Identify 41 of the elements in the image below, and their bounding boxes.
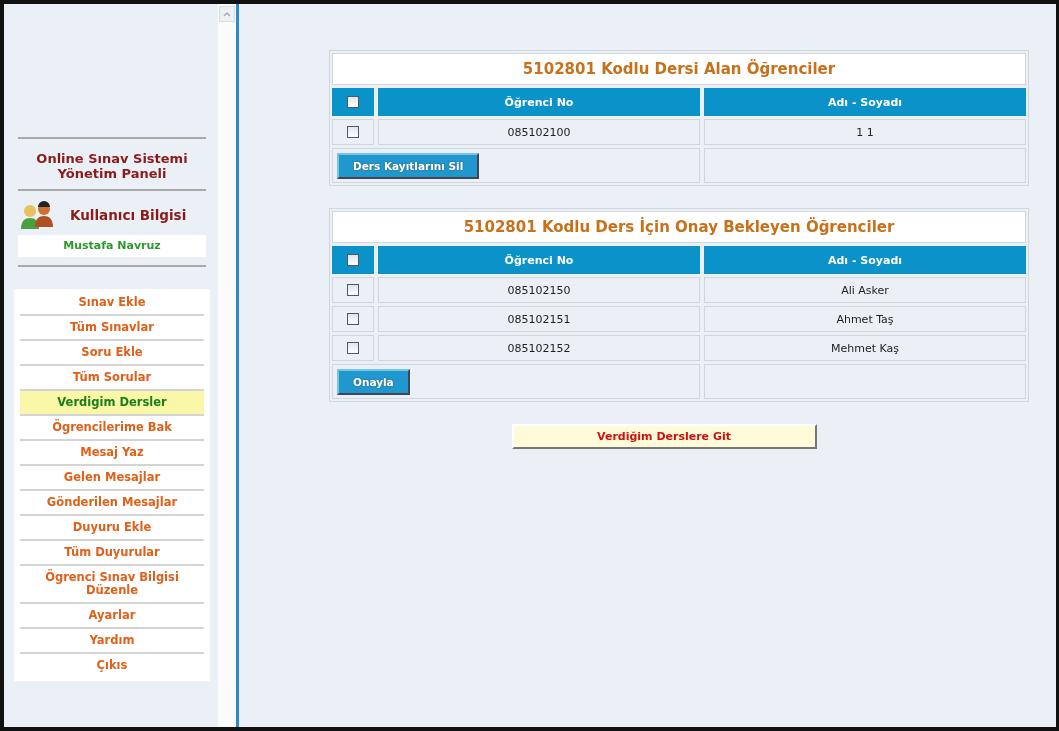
menu-item[interactable]: Ögrencilerime Bak — [20, 416, 204, 441]
menu-item[interactable]: Çıkıs — [20, 654, 204, 677]
checkbox[interactable] — [347, 313, 359, 325]
column-header: Adı - Soyadı — [704, 246, 1026, 274]
checkbox[interactable] — [347, 284, 359, 296]
checkbox[interactable] — [347, 342, 359, 354]
go-to-courses-button[interactable]: Verdiğim Derslere Git — [511, 424, 817, 449]
table-cell: Ali Asker — [704, 277, 1026, 303]
users-icon — [20, 201, 56, 229]
menu-item[interactable]: Yardım — [20, 629, 204, 654]
table-title: 5102801 Kodlu Dersi Alan Öğrenciler — [332, 53, 1026, 85]
menu-item[interactable]: Tüm Sınavlar — [20, 316, 204, 341]
column-header: Öğrenci No — [378, 246, 700, 274]
table-cell: 085102151 — [378, 306, 700, 332]
action-button[interactable]: Onayla — [337, 369, 410, 395]
menu-item[interactable]: Mesaj Yaz — [20, 441, 204, 466]
menu-item[interactable]: Verdigim Dersler — [20, 391, 204, 416]
user-name: Mustafa Navruz — [18, 235, 206, 257]
table-cell: 1 1 — [704, 119, 1026, 145]
user-info-heading: Kullanıcı Bilgisi — [70, 207, 187, 223]
table-cell: Mehmet Kaş — [704, 335, 1026, 361]
menu-item[interactable]: Sınav Ekle — [20, 291, 204, 316]
column-header: Öğrenci No — [378, 88, 700, 116]
checkbox[interactable] — [347, 126, 359, 138]
panel-title: Online Sınav Sistemi Yönetim Paneli — [35, 150, 189, 183]
table-cell: Ahmet Taş — [704, 306, 1026, 332]
table-cell: 085102150 — [378, 277, 700, 303]
column-header: Adı - Soyadı — [704, 88, 1026, 116]
table-cell: 085102152 — [378, 335, 700, 361]
menu-item[interactable]: Gelen Mesajlar — [20, 466, 204, 491]
action-button[interactable]: Ders Kayıtlarını Sil — [337, 153, 480, 179]
menu-item[interactable]: Soru Ekle — [20, 341, 204, 366]
menu-item[interactable]: Ayarlar — [20, 604, 204, 629]
table-title: 5102801 Kodlu Ders İçin Onay Bekleyen Öğrenciler — [332, 211, 1026, 243]
menu-item[interactable]: Tüm Duyurular — [20, 541, 204, 566]
table-cell: 085102100 — [378, 119, 700, 145]
menu-item[interactable]: Gönderilen Mesajlar — [20, 491, 204, 516]
checkbox[interactable] — [347, 96, 359, 108]
menu-item[interactable]: Duyuru Ekle — [20, 516, 204, 541]
checkbox[interactable] — [347, 254, 359, 266]
menu-item[interactable]: Ögrenci Sınav Bilgisi Düzenle — [20, 566, 204, 604]
